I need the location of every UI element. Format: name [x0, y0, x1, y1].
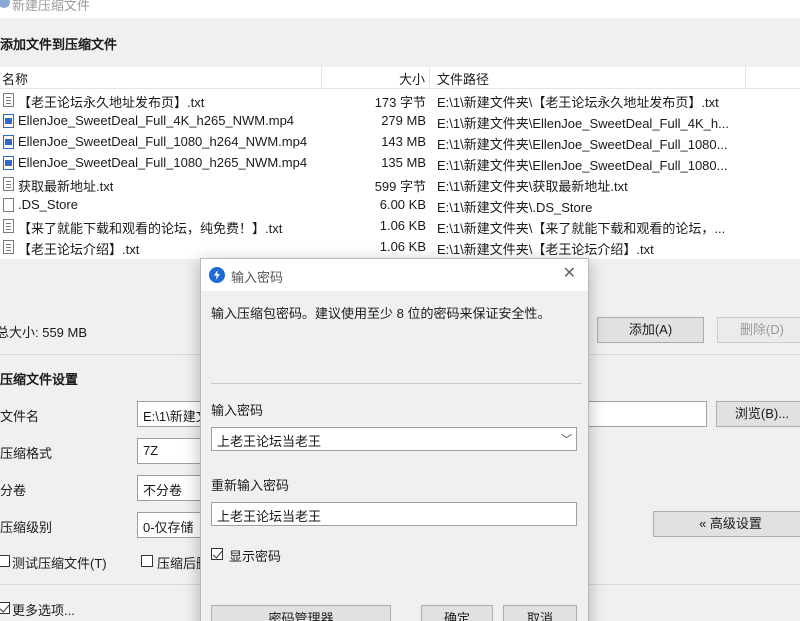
- file-name: EllenJoe_SweetDeal_Full_1080_h265_NWM.mp…: [18, 155, 308, 170]
- file-row[interactable]: 获取最新地址.txt 599 字节 E:\1\新建文件夹\获取最新地址.txt: [0, 174, 800, 195]
- show-password-checkbox[interactable]: [211, 548, 223, 560]
- more-options-label[interactable]: 更多选项...: [12, 600, 75, 619]
- show-password-label[interactable]: 显示密码: [229, 546, 281, 565]
- ok-button[interactable]: 确定: [421, 605, 493, 621]
- file-name: 【老王论坛介绍】.txt: [18, 242, 140, 257]
- window-titlebar: 新建压缩文件: [0, 0, 800, 18]
- level-select[interactable]: 0-仅存储: [137, 512, 207, 538]
- file-row[interactable]: .DS_Store 6.00 KB E:\1\新建文件夹\.DS_Store: [0, 195, 800, 216]
- dialog-body: 输入压缩包密码。建议使用至少 8 位的密码来保证安全性。 输入密码 上老王论坛当…: [201, 291, 588, 621]
- file-size: 279 MB: [381, 113, 426, 128]
- filename-label: 文件名: [0, 409, 40, 424]
- browse-button[interactable]: 浏览(B)...: [716, 401, 800, 427]
- file-size: 6.00 KB: [379, 197, 426, 212]
- file-path: E:\1\新建文件夹\获取最新地址.txt: [437, 179, 628, 194]
- column-header-size[interactable]: 大小: [399, 69, 425, 88]
- file-row[interactable]: 【老王论坛介绍】.txt 1.06 KB E:\1\新建文件夹\【老王论坛介绍】…: [0, 237, 800, 258]
- file-list[interactable]: 名称 大小 文件路径 【老王论坛永久地址发布页】.txt 173 字节 E:\1…: [0, 67, 800, 259]
- password-dialog: 输入密码 ✕ 输入压缩包密码。建议使用至少 8 位的密码来保证安全性。 输入密码…: [200, 258, 589, 621]
- confirm-password-label: 重新输入密码: [211, 478, 290, 493]
- split-select[interactable]: 不分卷: [137, 475, 207, 501]
- column-header-name[interactable]: 名称: [2, 69, 28, 88]
- text-file-icon: [3, 177, 14, 191]
- text-file-icon: [3, 93, 14, 107]
- column-separator[interactable]: [745, 67, 746, 89]
- file-size: 173 字节: [374, 95, 426, 110]
- confirm-password-input[interactable]: 上老王论坛当老王: [211, 502, 577, 526]
- file-list-header: 名称 大小 文件路径: [0, 67, 800, 89]
- dialog-titlebar: 输入密码 ✕: [201, 259, 588, 291]
- dialog-divider: [211, 383, 582, 384]
- split-label: 分卷: [0, 483, 27, 498]
- total-size-label: 总大小: 559 MB: [0, 325, 88, 340]
- file-row[interactable]: EllenJoe_SweetDeal_Full_1080_h265_NWM.mp…: [0, 153, 800, 174]
- column-header-path[interactable]: 文件路径: [437, 69, 489, 88]
- more-options-checkbox[interactable]: [0, 602, 10, 614]
- file-name: 获取最新地址.txt: [18, 179, 114, 194]
- file-name: 【老王论坛永久地址发布页】.txt: [18, 95, 205, 110]
- password-hint: 输入压缩包密码。建议使用至少 8 位的密码来保证安全性。: [211, 306, 551, 321]
- file-path: E:\1\新建文件夹\EllenJoe_SweetDeal_Full_1080.…: [437, 137, 728, 152]
- add-files-section-title: 添加文件到压缩文件: [0, 37, 118, 52]
- cancel-button[interactable]: 取消: [503, 605, 577, 621]
- column-separator[interactable]: [321, 67, 322, 89]
- file-size: 599 字节: [374, 179, 426, 194]
- file-path: E:\1\新建文件夹\EllenJoe_SweetDeal_Full_1080.…: [437, 158, 728, 173]
- file-path: E:\1\新建文件夹\【来了就能下载和观看的论坛，...: [437, 221, 726, 236]
- password-value: 上老王论坛当老王: [217, 434, 322, 449]
- file-name: EllenJoe_SweetDeal_Full_4K_h265_NWM.mp4: [18, 113, 295, 128]
- password-manager-button[interactable]: 密码管理器: [211, 605, 391, 621]
- dialog-title: 输入密码: [231, 270, 284, 285]
- file-size: 143 MB: [381, 134, 426, 149]
- video-file-icon: [3, 156, 14, 170]
- password-label: 输入密码: [211, 403, 264, 418]
- video-file-icon: [3, 135, 14, 149]
- text-file-icon: [3, 240, 14, 254]
- file-size: 135 MB: [381, 155, 426, 170]
- chevron-down-icon[interactable]: ﹀: [561, 431, 572, 447]
- file-row[interactable]: 【老王论坛永久地址发布页】.txt 173 字节 E:\1\新建文件夹\【老王论…: [0, 90, 800, 111]
- level-label: 压缩级别: [0, 520, 53, 535]
- app-icon: [0, 0, 10, 8]
- text-file-icon: [3, 219, 14, 233]
- blank-file-icon: [3, 198, 14, 212]
- file-name: 【来了就能下载和观看的论坛，纯免费！】.txt: [18, 221, 283, 236]
- window-title: 新建压缩文件: [12, 0, 91, 13]
- file-path: E:\1\新建文件夹\EllenJoe_SweetDeal_Full_4K_h.…: [437, 116, 729, 131]
- file-size: 1.06 KB: [379, 239, 426, 254]
- file-path: E:\1\新建文件夹\【老王论坛永久地址发布页】.txt: [437, 95, 719, 110]
- delete-files-button[interactable]: 删除(D): [717, 317, 800, 343]
- file-row[interactable]: EllenJoe_SweetDeal_Full_1080_h264_NWM.mp…: [0, 132, 800, 153]
- password-combo[interactable]: 上老王论坛当老王 ﹀: [211, 427, 577, 451]
- format-select[interactable]: 7Z: [137, 438, 207, 464]
- file-name: .DS_Store: [18, 197, 78, 212]
- settings-section-title: 压缩文件设置: [0, 372, 79, 387]
- test-archive-label[interactable]: 测试压缩文件(T): [12, 553, 107, 572]
- file-name: EllenJoe_SweetDeal_Full_1080_h264_NWM.mp…: [18, 134, 308, 149]
- video-file-icon: [3, 114, 14, 128]
- advanced-settings-button[interactable]: « 高级设置: [653, 511, 800, 537]
- bandizip-logo-icon: [209, 267, 225, 283]
- test-archive-checkbox[interactable]: [0, 555, 10, 567]
- column-separator[interactable]: [429, 67, 430, 89]
- file-row[interactable]: 【来了就能下载和观看的论坛，纯免费！】.txt 1.06 KB E:\1\新建文…: [0, 216, 800, 237]
- add-files-button[interactable]: 添加(A): [597, 317, 704, 343]
- file-row[interactable]: EllenJoe_SweetDeal_Full_4K_h265_NWM.mp4 …: [0, 111, 800, 132]
- file-path: E:\1\新建文件夹\【老王论坛介绍】.txt: [437, 242, 654, 257]
- file-size: 1.06 KB: [379, 218, 426, 233]
- format-label: 压缩格式: [0, 446, 53, 461]
- close-icon[interactable]: ✕: [563, 265, 576, 283]
- delete-after-checkbox[interactable]: [141, 555, 153, 567]
- file-path: E:\1\新建文件夹\.DS_Store: [437, 200, 593, 215]
